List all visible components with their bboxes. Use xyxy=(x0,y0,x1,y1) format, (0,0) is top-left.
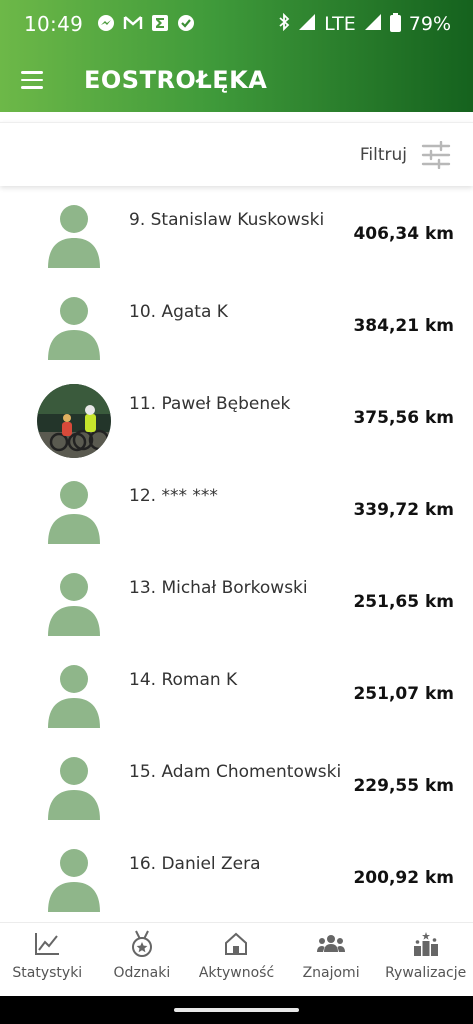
avatar-placeholder-icon xyxy=(37,844,111,918)
list-item[interactable]: 16. Daniel Zera 200,92 km xyxy=(0,844,473,922)
messenger-icon xyxy=(97,14,115,35)
avatar-placeholder-icon xyxy=(37,476,111,550)
list-item[interactable]: 12. *** *** 339,72 km xyxy=(0,476,473,568)
avatar-photo xyxy=(37,384,111,458)
leaderboard-list: 9. Stanislaw Kuskowski 406,34 km 10. Aga… xyxy=(0,200,473,922)
cell-signal-icon xyxy=(364,13,382,35)
user-rank-name: 13. Michał Borkowski xyxy=(129,578,308,598)
sigma-icon xyxy=(151,14,169,35)
user-distance: 251,07 km xyxy=(353,684,454,704)
nav-item-znajomi[interactable]: Znajomi xyxy=(284,923,379,996)
check-badge-icon xyxy=(177,14,195,35)
user-distance: 251,65 km xyxy=(353,592,454,612)
nav-item-odznaki[interactable]: Odznaki xyxy=(95,923,190,996)
status-time: 10:49 xyxy=(24,12,84,36)
avatar-placeholder-icon xyxy=(37,568,111,642)
avatar-placeholder-icon xyxy=(37,292,111,366)
user-distance: 384,21 km xyxy=(353,316,454,336)
avatar-placeholder-icon xyxy=(37,200,111,274)
podium-icon xyxy=(411,929,441,959)
home-icon xyxy=(221,929,251,959)
user-rank-name: 12. *** *** xyxy=(129,486,218,506)
user-rank-name: 10. Agata K xyxy=(129,302,228,322)
battery-icon xyxy=(389,12,401,36)
friends-icon xyxy=(316,929,346,959)
nav-item-aktywnosc[interactable]: Aktywność xyxy=(189,923,284,996)
bluetooth-icon xyxy=(278,12,290,35)
list-item[interactable]: 15. Adam Chomentowski 229,55 km xyxy=(0,752,473,844)
wifi-signal-icon xyxy=(298,13,316,35)
page-title: EOSTROŁĘKA xyxy=(84,66,268,94)
network-type: LTE xyxy=(324,12,356,35)
list-item[interactable]: 10. Agata K 384,21 km xyxy=(0,292,473,384)
leaderboard-content[interactable]: Filtruj 9. Stanislaw Kuskowski 406,34 km… xyxy=(0,112,473,922)
list-item[interactable]: 13. Michał Borkowski 251,65 km xyxy=(0,568,473,660)
app-bar: EOSTROŁĘKA xyxy=(0,48,473,112)
avatar-placeholder-icon xyxy=(37,752,111,826)
status-right: LTE 79% xyxy=(278,12,451,36)
home-gesture-pill[interactable] xyxy=(174,1008,299,1012)
nav-label: Aktywność xyxy=(198,965,275,981)
nav-label: Statystyki xyxy=(12,965,83,981)
nav-item-rywalizacje[interactable]: Rywalizacje xyxy=(378,923,473,996)
nav-label: Znajomi xyxy=(302,965,360,981)
gmail-icon xyxy=(123,15,143,34)
list-item[interactable]: 11. Paweł Bębenek 375,56 km xyxy=(0,384,473,476)
user-rank-name: 9. Stanislaw Kuskowski xyxy=(129,210,325,230)
list-item[interactable]: 9. Stanislaw Kuskowski 406,34 km xyxy=(0,200,473,292)
notification-icons xyxy=(97,14,195,35)
avatar-placeholder-icon xyxy=(37,660,111,734)
battery-percent: 79% xyxy=(408,12,451,35)
user-rank-name: 15. Adam Chomentowski xyxy=(129,762,342,782)
bottom-nav: Statystyki Odznaki Aktywność Znajomi Ryw… xyxy=(0,922,473,996)
gesture-bar xyxy=(0,996,473,1024)
filter-sliders-icon[interactable] xyxy=(421,140,451,169)
nav-label: Odznaki xyxy=(113,965,171,981)
filter-button-label[interactable]: Filtruj xyxy=(360,145,407,165)
list-item[interactable]: 14. Roman K 251,07 km xyxy=(0,660,473,752)
chart-icon xyxy=(32,929,62,959)
filter-bar: Filtruj xyxy=(0,122,473,186)
user-distance: 406,34 km xyxy=(353,224,454,244)
user-distance: 339,72 km xyxy=(353,500,454,520)
user-distance: 375,56 km xyxy=(353,408,454,428)
user-distance: 229,55 km xyxy=(353,776,454,796)
menu-icon[interactable] xyxy=(0,48,64,112)
nav-label: Rywalizacje xyxy=(385,965,467,981)
nav-item-statystyki[interactable]: Statystyki xyxy=(0,923,95,996)
user-distance: 200,92 km xyxy=(353,868,454,888)
status-bar: 10:49 LTE 79% xyxy=(0,0,473,48)
user-rank-name: 16. Daniel Zera xyxy=(129,854,261,874)
user-rank-name: 11. Paweł Bębenek xyxy=(129,394,291,414)
user-rank-name: 14. Roman K xyxy=(129,670,238,690)
medal-icon xyxy=(127,929,157,959)
